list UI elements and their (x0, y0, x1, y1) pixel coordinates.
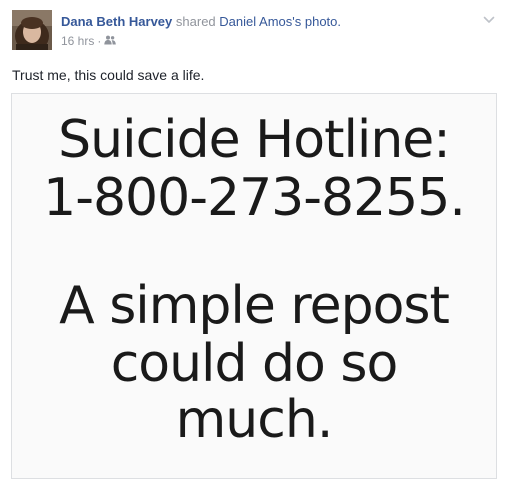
avatar[interactable] (12, 10, 52, 50)
photo-text-line: could do so (110, 334, 399, 394)
source-name-link[interactable]: Daniel Amos (219, 14, 292, 29)
post-header-line: Dana Beth Harvey shared Daniel Amos's ph… (61, 13, 468, 31)
author-name-link[interactable]: Dana Beth Harvey (61, 14, 172, 29)
meta-separator: · (97, 34, 102, 48)
chevron-down-icon[interactable] (482, 13, 496, 27)
shared-photo[interactable]: Suicide Hotline: 1-800-273-8255. A simpl… (11, 93, 497, 479)
source-photo-link[interactable]: 's photo. (292, 14, 341, 29)
friends-icon[interactable] (104, 34, 117, 48)
action-text: shared (175, 14, 216, 29)
photo-text-line: A simple repost (59, 276, 450, 336)
post-status-text: Trust me, this could save a life. (12, 67, 205, 83)
photo-text-line: 1-800-273-8255. (43, 168, 466, 228)
photo-text-line: Suicide Hotline: (58, 110, 451, 170)
post-header: Dana Beth Harvey shared Daniel Amos's ph… (61, 13, 468, 48)
post-meta: 16 hrs · (61, 34, 468, 48)
avatar-photo (12, 10, 52, 50)
photo-text-line: much. (175, 390, 334, 450)
feed-post: Dana Beth Harvey shared Daniel Amos's ph… (0, 0, 508, 485)
timestamp-link[interactable]: 16 hrs (61, 34, 94, 48)
